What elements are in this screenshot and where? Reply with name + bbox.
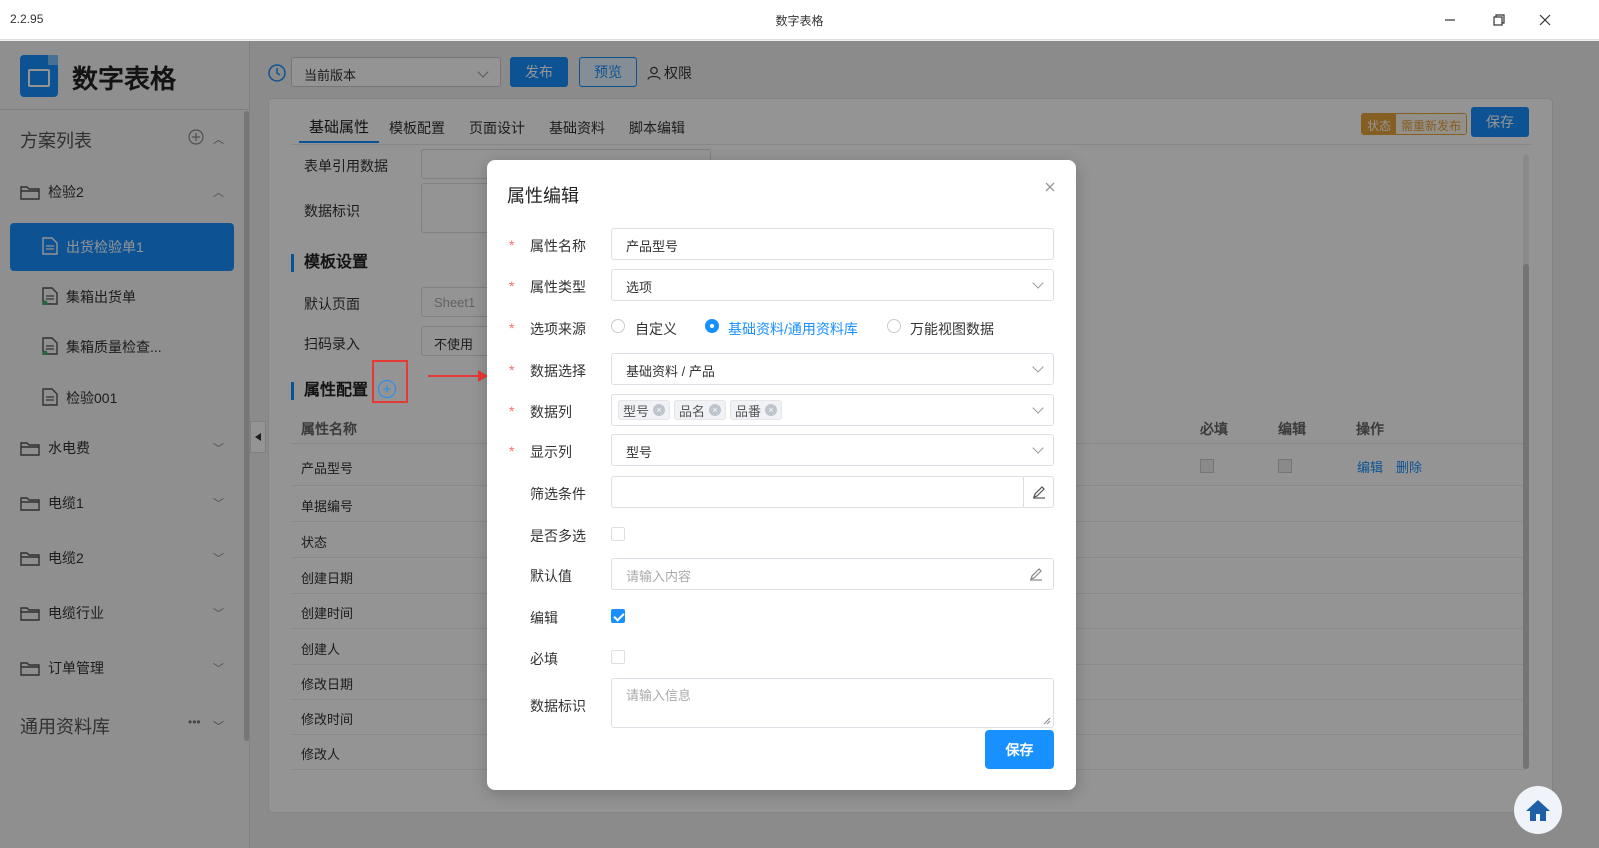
restore-button[interactable] [1485,8,1513,32]
filter-input[interactable] [611,476,1054,508]
attribute-edit-dialog: 属性编辑 * 属性名称 产品型号 * 属性类型 选项 * 选项来源 自定义 基础… [487,160,1076,790]
chevron-down-icon [1033,404,1043,414]
tag-chip: 品名 × [674,400,727,420]
field-data-select: * 数据选择 基础资料 / 产品 [487,353,1076,385]
restore-icon [1493,14,1505,26]
home-button[interactable] [1514,786,1562,834]
radio-base-data[interactable] [705,319,719,333]
field-option-source: * 选项来源 自定义 基础资料/通用资料库 万能视图数据 [509,319,994,337]
tag-remove-icon[interactable]: × [765,404,778,416]
attr-name-input[interactable]: 产品型号 [611,228,1054,260]
dialog-save-button[interactable]: 保存 [985,730,1054,769]
required-mark: * [509,237,515,253]
radio-universal-view[interactable] [887,319,901,333]
attr-type-select[interactable]: 选项 [611,269,1054,301]
radio-custom[interactable] [611,319,625,333]
data-identifier-textarea[interactable]: 请输入信息 [611,678,1054,728]
field-data-columns: * 数据列 型号 × 品名 × 品番 × [487,394,1076,426]
default-value-input[interactable]: 请输入内容 [611,558,1054,590]
pencil-icon[interactable] [1029,567,1043,584]
required-checkbox[interactable] [611,650,625,664]
minimize-button[interactable] [1436,8,1464,32]
annotation-highlight-box [372,360,408,403]
field-multi-select: 是否多选 [487,518,1076,550]
chevron-down-icon [1033,279,1043,289]
field-default-value: 默认值 请输入内容 [487,558,1076,590]
multi-select-checkbox[interactable] [611,527,625,541]
field-data-identifier: 数据标识 请输入信息 [487,678,1076,728]
required-mark: * [509,278,515,294]
close-window-button[interactable] [1531,8,1559,32]
dialog-close-button[interactable] [1044,180,1056,198]
field-required: 必填 [487,641,1076,673]
required-mark: * [509,443,515,459]
dialog-title: 属性编辑 [507,186,579,206]
tag-remove-icon[interactable]: × [653,404,666,416]
home-icon [1526,800,1550,821]
pencil-icon [1032,486,1045,499]
chevron-down-icon [1033,444,1043,454]
edit-filter-button[interactable] [1023,477,1053,507]
data-columns-multiselect[interactable]: 型号 × 品名 × 品番 × [611,394,1054,426]
annotation-arrow [428,370,488,382]
field-filter: 筛选条件 [487,476,1076,508]
editable-checkbox[interactable] [611,609,625,623]
tag-chip: 品番 × [730,400,783,420]
tag-chip: 型号 × [618,400,671,420]
resize-handle-icon [1043,717,1051,725]
tag-remove-icon[interactable]: × [709,404,722,416]
required-mark: * [509,320,515,336]
required-mark: * [509,403,515,419]
window-titlebar: 2.2.95 数字表格 [0,0,1599,40]
close-icon [1045,182,1055,192]
required-mark: * [509,362,515,378]
window-title: 数字表格 [775,14,824,28]
field-display-column: * 显示列 型号 [487,434,1076,466]
display-column-select[interactable]: 型号 [611,434,1054,466]
minimize-icon [1445,19,1455,21]
data-select-cascader[interactable]: 基础资料 / 产品 [611,353,1054,385]
chevron-down-icon [1033,363,1043,373]
close-icon [1539,14,1551,26]
field-attr-type: * 属性类型 选项 [487,269,1076,301]
field-editable: 编辑 [487,600,1076,632]
field-attr-name: * 属性名称 产品型号 [487,228,1076,260]
